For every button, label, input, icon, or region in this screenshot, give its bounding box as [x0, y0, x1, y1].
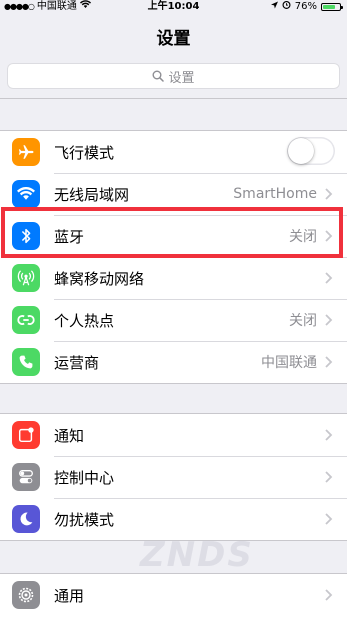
wifi-value: SmartHome	[233, 186, 317, 202]
search-placeholder: 设置	[168, 70, 195, 86]
row-separator	[54, 257, 347, 258]
settings-row-notifications[interactable]: 通知	[0, 414, 347, 456]
cellular-label: 蜂窝移动网络	[54, 269, 145, 288]
general-label: 通用	[54, 586, 85, 605]
row-separator	[54, 456, 347, 457]
settings-row-general[interactable]: 通用	[0, 574, 347, 616]
alarm-icon	[282, 0, 291, 14]
hotspot-label: 个人热点	[54, 311, 115, 330]
wifi-label: 无线局域网	[54, 185, 130, 204]
bluetooth-label: 蓝牙	[54, 227, 85, 246]
status-bar: ●●●●○ 中国联通 上午10:04 76%	[0, 0, 347, 14]
phone-icon	[12, 348, 40, 376]
carrier-label: 运营商	[54, 353, 100, 372]
row-separator	[54, 341, 347, 342]
chevron-right-icon	[325, 314, 333, 326]
airplane-icon	[12, 138, 40, 166]
airplane-mode-toggle[interactable]	[287, 137, 335, 165]
moon-icon	[12, 505, 40, 533]
row-separator	[54, 173, 347, 174]
hotspot-value: 关闭	[289, 313, 317, 329]
chevron-right-icon	[325, 471, 333, 483]
location-icon	[270, 0, 278, 14]
airplane-mode-label: 飞行模式	[54, 143, 115, 162]
control-center-label: 控制中心	[54, 468, 115, 487]
row-separator	[54, 215, 347, 216]
chevron-right-icon	[325, 589, 333, 601]
settings-group-notifications: 通知 控制中心 勿扰模式	[0, 413, 347, 541]
battery-percent: 76%	[294, 1, 317, 12]
chevron-right-icon	[325, 356, 333, 368]
bluetooth-icon	[12, 222, 40, 250]
settings-row-bluetooth[interactable]: 蓝牙 关闭	[0, 215, 347, 257]
settings-row-personal-hotspot[interactable]: 个人热点 关闭	[0, 299, 347, 341]
chevron-right-icon	[325, 272, 333, 284]
cellular-icon	[12, 264, 40, 292]
page-title: 设置	[156, 29, 191, 49]
toggle-knob	[288, 138, 314, 164]
settings-row-cellular[interactable]: 蜂窝移动网络	[0, 257, 347, 299]
chevron-right-icon	[325, 513, 333, 525]
control-center-icon	[12, 463, 40, 491]
do-not-disturb-label: 勿扰模式	[54, 510, 115, 529]
gear-icon	[12, 581, 40, 609]
watermark: ZNDS	[140, 535, 254, 575]
row-separator	[54, 498, 347, 499]
chevron-right-icon	[325, 188, 333, 200]
header-divider	[0, 98, 347, 99]
battery-icon	[321, 3, 343, 11]
settings-row-do-not-disturb[interactable]: 勿扰模式	[0, 498, 347, 540]
search-icon	[152, 70, 165, 82]
status-right: 76%	[270, 0, 343, 14]
bluetooth-value: 关闭	[289, 229, 317, 245]
settings-row-airplane-mode[interactable]: 飞行模式	[0, 131, 347, 173]
chevron-right-icon	[325, 429, 333, 441]
search-input[interactable]: 设置	[7, 63, 340, 89]
settings-group-connectivity: 飞行模式 无线局域网 SmartHome 蓝牙 关闭 蜂窝移动网络 个人热点 关…	[0, 130, 347, 384]
settings-row-carrier[interactable]: 运营商 中国联通	[0, 341, 347, 383]
wifi-icon	[12, 180, 40, 208]
row-separator	[54, 299, 347, 300]
settings-row-wifi[interactable]: 无线局域网 SmartHome	[0, 173, 347, 215]
chevron-right-icon	[325, 230, 333, 242]
settings-row-control-center[interactable]: 控制中心	[0, 456, 347, 498]
hotspot-icon	[12, 306, 40, 334]
notifications-icon	[12, 421, 40, 449]
carrier-value: 中国联通	[261, 355, 317, 371]
notifications-label: 通知	[54, 426, 85, 445]
